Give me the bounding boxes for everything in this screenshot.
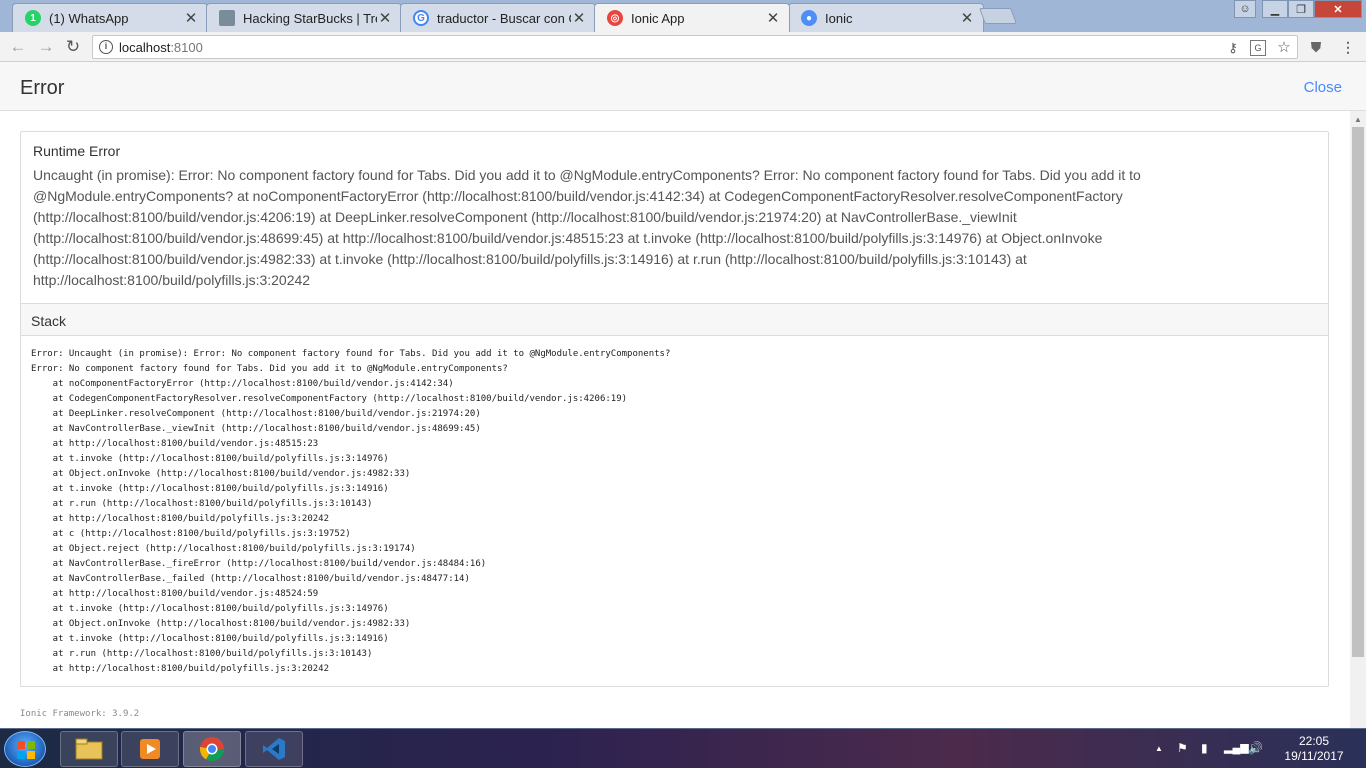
stack-line: Error: Uncaught (in promise): Error: No …: [31, 349, 671, 359]
volume-icon[interactable]: 🔊: [1248, 741, 1263, 755]
stack-line: at http://localhost:8100/build/vendor.js…: [31, 439, 319, 449]
minimize-icon[interactable]: ▁: [1262, 0, 1288, 18]
windows-logo-icon: [17, 741, 35, 759]
stack-header: Stack: [21, 303, 1328, 336]
stack-line: at c (http://localhost:8100/build/polyfi…: [31, 529, 351, 539]
user-profile-icon[interactable]: ☺: [1234, 0, 1256, 18]
stack-line: at http://localhost:8100/build/polyfills…: [31, 664, 330, 674]
browser-toolbar: ← → ↻ i localhost:8100 ⚷ G ☆ ⛊ ⋮: [0, 32, 1366, 62]
close-button[interactable]: Close: [1304, 79, 1342, 96]
stack-title: Stack: [31, 313, 67, 329]
google-icon: G: [413, 10, 429, 26]
stack-line: at NavControllerBase._failed (http://loc…: [31, 574, 470, 584]
whatsapp-icon: 1: [25, 10, 41, 26]
system-clock[interactable]: 22:05 19/11/2017: [1280, 734, 1348, 764]
ionic-icon: ◎: [607, 10, 623, 26]
stack-line: at noComponentFactoryError (http://local…: [31, 379, 454, 389]
scroll-up-icon[interactable]: ▲: [1354, 115, 1362, 124]
tab-title: traductor - Buscar con G: [437, 10, 571, 26]
page-title: Error: [20, 77, 65, 99]
tab-title: Hacking StarBucks | Tree: [243, 10, 377, 26]
stack-line: at CodegenComponentFactoryResolver.resol…: [31, 394, 628, 404]
media-player-icon[interactable]: [121, 731, 179, 767]
forward-icon[interactable]: →: [36, 37, 56, 57]
battery-icon[interactable]: ▮: [1201, 741, 1208, 755]
ionic-docs-icon: ●: [801, 10, 817, 26]
site-info-icon[interactable]: i: [99, 40, 113, 54]
start-button[interactable]: [4, 731, 46, 767]
page-scrollbar[interactable]: ▲: [1350, 111, 1366, 728]
stack-line: at http://localhost:8100/build/polyfills…: [31, 514, 330, 524]
runtime-error-message: Uncaught (in promise): Error: No compone…: [33, 167, 1141, 288]
error-card: Runtime Error Uncaught (in promise): Err…: [20, 131, 1329, 687]
extension-shield-icon[interactable]: ⛊: [1306, 37, 1326, 57]
runtime-error-title: Runtime Error: [33, 143, 121, 159]
address-url: localhost:8100: [119, 40, 203, 55]
tab-title: Ionic App: [631, 10, 685, 26]
reload-icon[interactable]: ↻: [63, 37, 83, 57]
windows-taskbar: ▲ ⚑ ▮ ▂▄▆ 🔊 22:05 19/11/2017: [0, 728, 1366, 768]
tab-traductor[interactable]: G traductor - Buscar con G ✕: [400, 3, 596, 32]
clock-date: 19/11/2017: [1284, 749, 1344, 763]
close-tab-icon[interactable]: ✕: [377, 9, 393, 27]
url-port: :8100: [170, 40, 203, 55]
file-explorer-icon[interactable]: [60, 731, 118, 767]
tab-title: Ionic: [825, 10, 853, 26]
stack-line: at Object.onInvoke (http://localhost:810…: [31, 619, 411, 629]
stack-line: at r.run (http://localhost:8100/build/po…: [31, 649, 373, 659]
browser-tab-strip: 1 (1) WhatsApp ✕ Hacking StarBucks | Tre…: [0, 0, 1366, 32]
tab-ionic-app[interactable]: ◎ Ionic App ✕: [594, 3, 790, 32]
close-tab-icon[interactable]: ✕: [183, 9, 199, 27]
stack-line: at t.invoke (http://localhost:8100/build…: [31, 604, 389, 614]
treehouse-icon: [219, 10, 235, 26]
action-center-flag-icon[interactable]: ⚑: [1177, 741, 1188, 755]
stack-line: at DeepLinker.resolveComponent (http://l…: [31, 409, 481, 419]
tab-hacking-starbucks[interactable]: Hacking StarBucks | Tree ✕: [206, 3, 402, 32]
error-header: Error Close: [0, 62, 1366, 111]
show-hidden-icons-icon[interactable]: ▲: [1155, 744, 1163, 753]
address-bar[interactable]: i localhost:8100 ⚷ G ☆: [92, 35, 1298, 59]
tab-whatsapp[interactable]: 1 (1) WhatsApp ✕: [12, 3, 208, 32]
stack-line: at NavControllerBase._viewInit (http://l…: [31, 424, 481, 434]
stack-line: Error: No component factory found for Ta…: [31, 364, 508, 374]
bookmark-star-icon[interactable]: ☆: [1276, 40, 1292, 56]
stack-line: at t.invoke (http://localhost:8100/build…: [31, 484, 389, 494]
key-icon[interactable]: ⚷: [1225, 40, 1241, 56]
stack-trace: Error: Uncaught (in promise): Error: No …: [31, 347, 670, 677]
tab-ionic[interactable]: ● Ionic ✕: [788, 3, 984, 32]
stack-line: at t.invoke (http://localhost:8100/build…: [31, 454, 389, 464]
stack-line: at Object.onInvoke (http://localhost:810…: [31, 469, 411, 479]
close-tab-icon[interactable]: ✕: [959, 9, 975, 27]
scrollbar-thumb[interactable]: [1352, 127, 1364, 657]
close-tab-icon[interactable]: ✕: [571, 9, 587, 27]
translate-icon[interactable]: G: [1250, 40, 1266, 56]
maximize-icon[interactable]: ❐: [1288, 0, 1314, 18]
error-content: Runtime Error Uncaught (in promise): Err…: [0, 111, 1350, 728]
tab-title: (1) WhatsApp: [49, 10, 129, 26]
chrome-icon[interactable]: [183, 731, 241, 767]
back-icon[interactable]: ←: [8, 37, 28, 57]
stack-line: at r.run (http://localhost:8100/build/po…: [31, 499, 373, 509]
stack-line: at http://localhost:8100/build/vendor.js…: [31, 589, 319, 599]
clock-time: 22:05: [1298, 734, 1330, 748]
close-tab-icon[interactable]: ✕: [765, 9, 781, 27]
window-close-icon[interactable]: ✕: [1314, 0, 1362, 18]
framework-version: Ionic Framework: 3.9.2: [20, 709, 140, 719]
stack-line: at NavControllerBase._fireError (http://…: [31, 559, 487, 569]
menu-icon[interactable]: ⋮: [1338, 37, 1358, 57]
url-host: localhost: [119, 40, 171, 55]
vscode-icon[interactable]: [245, 731, 303, 767]
new-tab-button[interactable]: [979, 8, 1017, 24]
stack-line: at t.invoke (http://localhost:8100/build…: [31, 634, 389, 644]
stack-line: at Object.reject (http://localhost:8100/…: [31, 544, 416, 554]
network-signal-icon[interactable]: ▂▄▆: [1224, 741, 1249, 754]
